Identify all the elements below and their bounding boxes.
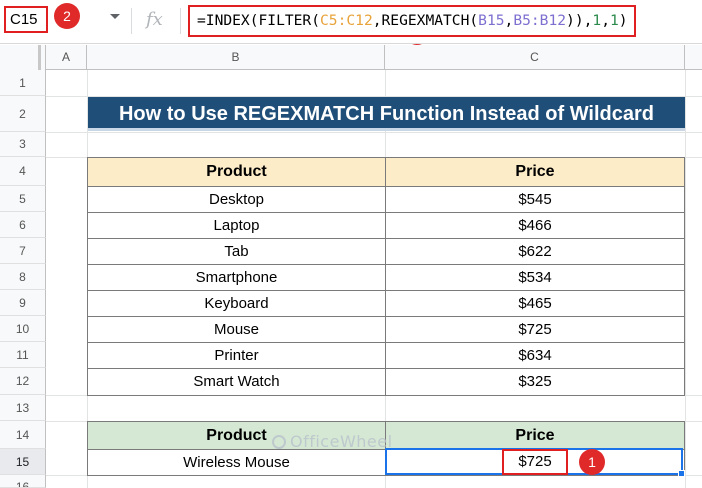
divider xyxy=(180,8,181,34)
formula-ref-price-range: C5:C12 xyxy=(320,12,373,29)
column-header-b[interactable]: B xyxy=(87,45,385,70)
table1-cell-price[interactable]: $534 xyxy=(385,264,685,291)
table1-cell-price[interactable]: $466 xyxy=(385,212,685,239)
freeze-handle[interactable] xyxy=(38,45,46,70)
formula-ref-criteria-cell: B15 xyxy=(478,12,505,29)
column-header-row: A B C xyxy=(0,45,702,70)
row-header-9[interactable]: 9 xyxy=(0,290,46,316)
table1-cell-product[interactable]: Laptop xyxy=(87,212,386,239)
table2-cell-product[interactable]: Wireless Mouse xyxy=(87,449,386,476)
row-header-6[interactable]: 6 xyxy=(0,212,46,238)
column-header-c[interactable]: C xyxy=(385,45,685,70)
table1-cell-product[interactable]: Smart Watch xyxy=(87,368,386,396)
formula-text: , xyxy=(504,12,514,29)
table1-header-product[interactable]: Product xyxy=(87,157,386,187)
table1-cell-price[interactable]: $622 xyxy=(385,238,685,265)
formula-text: , xyxy=(601,12,610,29)
step-badge-1: 1 xyxy=(579,449,605,475)
row-header-16[interactable]: 16 xyxy=(0,475,46,488)
row-header-12[interactable]: 12 xyxy=(0,368,46,395)
formula-text: ,REGEXMATCH( xyxy=(372,12,479,29)
formula-ref-product-range: B5:B12 xyxy=(513,12,567,29)
table1-cell-product[interactable]: Tab xyxy=(87,238,386,265)
table1-cell-price[interactable]: $725 xyxy=(385,316,685,343)
table1-cell-product[interactable]: Keyboard xyxy=(87,290,386,317)
formula-text: )), xyxy=(566,12,593,29)
select-all-corner[interactable] xyxy=(0,45,46,70)
table1-header-price[interactable]: Price xyxy=(385,157,685,187)
row-header-3[interactable]: 3 xyxy=(0,132,46,157)
table1-cell-product[interactable]: Desktop xyxy=(87,186,386,213)
chevron-down-icon[interactable] xyxy=(110,14,120,19)
grid-line xyxy=(46,132,702,133)
fill-handle[interactable] xyxy=(678,470,685,477)
result-value[interactable]: $725 xyxy=(502,449,568,475)
formula-text: =INDEX(FILTER( xyxy=(197,12,321,29)
table1-cell-product[interactable]: Printer xyxy=(87,342,386,369)
watermark-text: OfficeWheel xyxy=(290,432,393,451)
column-header-a[interactable]: A xyxy=(46,45,87,70)
formula-text: ) xyxy=(618,12,628,29)
table1-cell-product[interactable]: Smartphone xyxy=(87,264,386,291)
watermark-logo-icon xyxy=(272,435,286,449)
row-header-10[interactable]: 10 xyxy=(0,316,46,342)
row-header-5[interactable]: 5 xyxy=(0,186,46,212)
row-header-7[interactable]: 7 xyxy=(0,238,46,264)
table1-cell-product[interactable]: Mouse xyxy=(87,316,386,343)
step-badge-2: 2 xyxy=(54,3,80,29)
divider xyxy=(131,8,132,34)
watermark: OfficeWheel xyxy=(272,432,393,451)
formula-input[interactable]: =INDEX(FILTER(C5:C12,REGEXMATCH(B15,B5:B… xyxy=(188,5,636,37)
formula-bar: C15 fx =INDEX(FILTER(C5:C12,REGEXMATCH(B… xyxy=(0,0,702,44)
table1-cell-price[interactable]: $634 xyxy=(385,342,685,369)
sheet-title: How to Use REGEXMATCH Function Instead o… xyxy=(88,97,685,131)
row-header-13[interactable]: 13 xyxy=(0,395,46,421)
table1-cell-price[interactable]: $465 xyxy=(385,290,685,317)
table1-cell-price[interactable]: $325 xyxy=(385,368,685,396)
row-header-4[interactable]: 4 xyxy=(0,157,46,186)
table2-header-price[interactable]: Price xyxy=(385,421,685,450)
name-box[interactable]: C15 xyxy=(4,6,48,33)
row-header-8[interactable]: 8 xyxy=(0,264,46,290)
row-header-2[interactable]: 2 xyxy=(0,96,46,132)
row-header-15[interactable]: 15 xyxy=(0,449,46,475)
formula-number: 1 xyxy=(610,12,619,29)
row-header-1[interactable]: 1 xyxy=(0,70,46,96)
row-header-11[interactable]: 11 xyxy=(0,342,46,368)
formula-number: 1 xyxy=(592,12,602,29)
table1-cell-price[interactable]: $545 xyxy=(385,186,685,213)
fx-icon: fx xyxy=(146,9,163,30)
row-header-14[interactable]: 14 xyxy=(0,421,46,449)
